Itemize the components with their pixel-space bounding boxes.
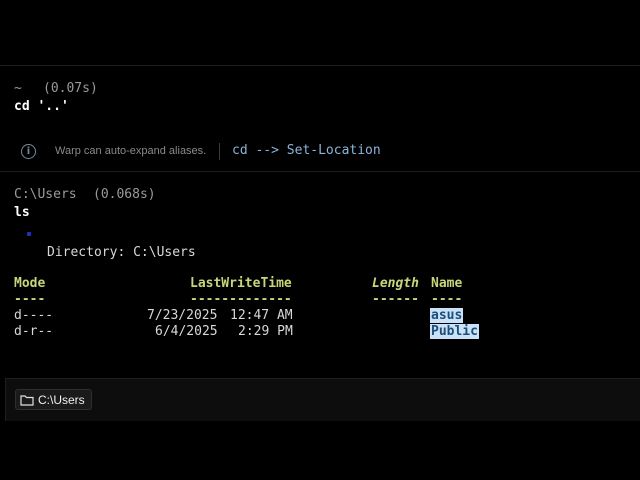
cursor-marker — [27, 232, 31, 236]
cwd-chip[interactable]: C:\Users — [15, 389, 92, 410]
row-date: 7/23/2025 — [147, 308, 218, 323]
underline-length: ------ — [372, 292, 419, 307]
block-duration: (0.07s) — [43, 81, 98, 96]
underline-name: ---- — [431, 292, 463, 307]
folder-icon — [20, 394, 34, 406]
block-directory: C:\Users — [14, 187, 77, 202]
directory-line: Directory: C:\Users — [47, 245, 196, 260]
underline-mode: ---- — [14, 292, 46, 307]
tip-message: Warp can auto-expand aliases. — [55, 145, 207, 157]
info-icon: i — [21, 144, 36, 159]
cwd-label: C:\Users — [38, 392, 85, 407]
underline-lastwritetime: ------------- — [190, 292, 292, 307]
block-separator — [0, 171, 640, 172]
block-duration: (0.068s) — [93, 187, 156, 202]
block-directory: ~ — [14, 81, 22, 96]
block-command: ls — [14, 205, 30, 220]
header-mode: Mode — [14, 276, 46, 291]
row-time: 12:47 AM — [230, 308, 293, 323]
row-name[interactable]: Public — [430, 324, 479, 339]
header-name: Name — [431, 276, 463, 291]
command-input-area[interactable] — [5, 378, 640, 421]
alias-tip: i Warp can auto-expand aliases. cd --> S… — [0, 138, 640, 166]
row-time: 2:29 PM — [238, 324, 293, 339]
block-command: cd '..' — [14, 99, 69, 114]
header-length: Length — [372, 276, 419, 291]
alias-expansion[interactable]: cd --> Set-Location — [232, 143, 381, 158]
block-separator-top — [0, 65, 640, 66]
row-mode: d---- — [14, 308, 54, 323]
row-date: 6/4/2025 — [155, 324, 218, 339]
row-mode: d-r-- — [14, 324, 54, 339]
row-name[interactable]: asus — [430, 308, 464, 323]
header-lastwritetime: LastWriteTime — [190, 276, 292, 291]
tip-divider — [219, 143, 220, 160]
